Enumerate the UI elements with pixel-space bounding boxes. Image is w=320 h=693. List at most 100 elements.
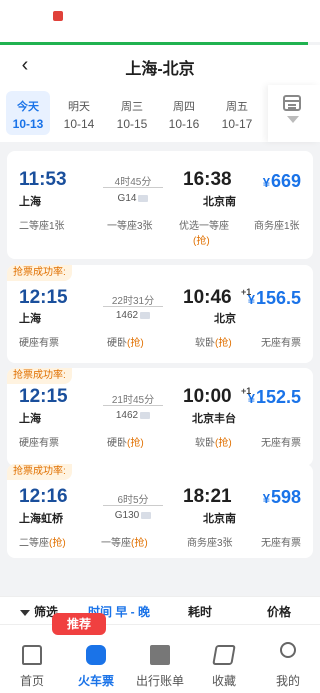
grab-label: (抢) (49, 538, 66, 549)
seat-label: 二等座 (19, 538, 49, 549)
arrival-time: 10:00 (183, 386, 232, 407)
train-number: 1462 (103, 410, 163, 421)
date-tab-wed[interactable]: 周三 10-15 (110, 91, 154, 135)
train-info-icon (140, 311, 151, 319)
seat-grab[interactable]: (抢) (193, 232, 210, 247)
seat-info: 二等座(抢) (19, 534, 66, 549)
tab-label: 收藏 (211, 674, 236, 688)
yen-symbol: ¥ (262, 491, 270, 506)
departure-time: 12:15 (19, 287, 68, 308)
funnel-icon (20, 609, 30, 616)
train-card[interactable]: 11:53 上海 4时45分 G14 16:38 北京南 ¥669 二等座1张 … (7, 151, 313, 259)
train-card[interactable]: 抢票成功率: 12:15 上海 21时45分 1462 10:00 +1 北京丰… (7, 368, 313, 466)
seat-info: 硬卧(抢) (107, 434, 144, 449)
seat-info: 无座有票 (261, 338, 301, 349)
seat-info: 无座有票 (261, 438, 301, 449)
date-tab-date: 10-14 (63, 117, 95, 131)
tab-home[interactable]: 首页 (0, 625, 64, 693)
price-value: 669 (270, 171, 301, 191)
arrival-station: 北京 (214, 313, 236, 325)
train-number: G14 (103, 193, 163, 204)
duration-line (103, 505, 163, 506)
duration-line (103, 405, 163, 406)
date-selector: 今天 10-13 明天 10-14 周三 10-15 周四 10-16 周五 1… (0, 85, 320, 142)
train-info-icon (141, 511, 152, 519)
seat-info: 软卧(抢) (195, 434, 232, 449)
tab-train-tickets[interactable]: 火车票 (64, 625, 128, 693)
tab-label: 火车票 (77, 674, 114, 688)
chevron-down-icon (287, 116, 299, 123)
success-rate-tag: 抢票成功率: (7, 368, 72, 384)
price: ¥598 (263, 487, 301, 508)
tab-label: 我的 (275, 674, 300, 688)
seat-info: 二等座1张 (19, 221, 65, 232)
date-tab-day: 周五 (226, 101, 248, 113)
train-icon (86, 645, 106, 665)
duration: 4时45分 (114, 177, 152, 188)
seat-label: 软卧 (195, 438, 215, 449)
train-info-icon (138, 194, 149, 202)
train-number: 1462 (103, 310, 163, 321)
departure-station: 上海 (19, 413, 41, 425)
seat-label: 硬卧 (107, 438, 127, 449)
grab-label: (抢) (131, 538, 148, 549)
date-tab-tomorrow[interactable]: 明天 10-14 (57, 91, 101, 135)
calendar-button[interactable] (268, 85, 320, 142)
seat-info: 一等座3张 (107, 221, 153, 232)
seat-info: 一等座(抢) (101, 534, 148, 549)
seat-info: 硬座有票 (19, 338, 59, 349)
status-bar (0, 0, 320, 42)
departure-station: 上海 (19, 313, 41, 325)
arrival-time: 18:21 (183, 486, 232, 507)
duration: 6时5分 (117, 495, 149, 506)
train-card[interactable]: 抢票成功率: 12:15 上海 22时31分 1462 10:46 +1 北京 … (7, 265, 313, 363)
grab-label: (抢) (127, 338, 144, 349)
date-tab-day: 周三 (121, 101, 143, 113)
duration-line (103, 306, 163, 307)
seat-info: 商务座3张 (187, 538, 233, 549)
departure-station: 上海 (19, 196, 41, 208)
tab-mine[interactable]: 我的 (256, 625, 320, 693)
arrival-time: 10:46 (183, 287, 232, 308)
date-tab-fri[interactable]: 周五 10-17 (215, 91, 259, 135)
date-tab-date: 10-17 (221, 117, 253, 131)
bill-icon (150, 645, 170, 665)
price: ¥156.5 (248, 288, 301, 309)
price-value: 156.5 (255, 288, 301, 308)
seat-label: 硬卧 (107, 338, 127, 349)
sort-by-price-button[interactable]: 价格 (267, 603, 291, 620)
tab-travel-bill[interactable]: 出行账单 (128, 625, 192, 693)
page-title: 上海-北京 (125, 61, 195, 78)
success-rate-tag: 抢票成功率: (7, 265, 72, 281)
train-info-icon (140, 411, 151, 419)
user-icon (280, 642, 296, 658)
train-card[interactable]: 抢票成功率: 12:16 上海虹桥 6时5分 G130 18:21 北京南 ¥5… (7, 464, 313, 558)
seat-info: 商务座1张 (254, 221, 300, 232)
departure-time: 12:15 (19, 386, 68, 407)
grab-label: (抢) (127, 438, 144, 449)
sort-by-duration-button[interactable]: 耗时 (188, 603, 212, 620)
arrival-station: 北京南 (203, 196, 236, 208)
grab-label: (抢) (215, 338, 232, 349)
train-number-text: G130 (114, 510, 140, 521)
duration: 21时45分 (111, 395, 155, 406)
recommend-badge: 推荐 (52, 613, 106, 635)
departure-time: 12:16 (19, 486, 68, 507)
success-rate-tag: 抢票成功率: (7, 464, 72, 480)
date-tab-thu[interactable]: 周四 10-16 (162, 91, 206, 135)
seat-label: 软卧 (195, 338, 215, 349)
duration-line (103, 187, 163, 188)
arrival-station: 北京丰台 (192, 413, 236, 425)
train-number-text: G14 (117, 193, 137, 204)
price-value: 152.5 (255, 387, 301, 407)
train-number-text: 1462 (115, 410, 139, 421)
price: ¥152.5 (248, 387, 301, 408)
date-tab-day: 周四 (173, 101, 195, 113)
date-tab-today[interactable]: 今天 10-13 (6, 91, 50, 135)
date-tab-day: 明天 (68, 101, 90, 113)
tab-favorites[interactable]: 收藏 (192, 625, 256, 693)
seat-info: 软卧(抢) (195, 334, 232, 349)
departure-time: 11:53 (19, 169, 67, 190)
departure-station: 上海虹桥 (19, 513, 63, 525)
calendar-icon (283, 95, 301, 111)
